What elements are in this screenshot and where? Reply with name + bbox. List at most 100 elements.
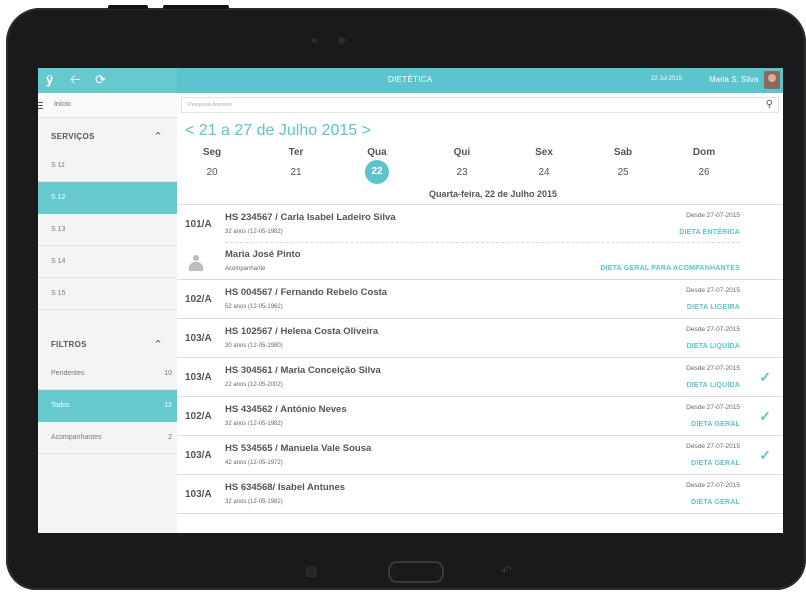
sidebar-item-filter[interactable]: Pendentes 10 (38, 358, 177, 390)
filter-label: Acompanhantes (51, 434, 102, 441)
day-number[interactable]: 24 (514, 167, 574, 178)
bed-number: 103/A (185, 372, 212, 383)
service-label: S 13 (51, 226, 66, 233)
patient-row[interactable]: 103/A HS 102567 / Helena Costa Oliveira 30… (177, 319, 783, 358)
patient-row[interactable]: 103/A HS 634568/ Isabel Antunes 32 anos (1… (177, 475, 783, 514)
service-label: S 15 (51, 290, 66, 297)
diet-since: Desde 27-07-2015 (686, 287, 740, 294)
search-field[interactable]: Pesquisa doentes ⚲ (181, 97, 779, 113)
hardware-button (108, 5, 148, 9)
day-column[interactable]: Sex 24 (514, 147, 574, 178)
bed-number: 102/A (185, 294, 212, 305)
week-days: Seg 20 Ter 21 Qua 22 Qui 23 Sex 24 Sab 25 Dom 26 (177, 147, 783, 187)
filters-list: Pendentes 10 Todos 12 Acompanhantes 2 (38, 358, 177, 454)
services-header[interactable]: SERVIÇOS ⌃ (38, 124, 177, 150)
patient-age: 32 anos (12-05-1982) (225, 421, 283, 427)
patient-row[interactable]: 102/A HS 004567 / Fernando Rebelo Costa 52… (177, 280, 783, 319)
sidebar-item-filter[interactable]: Acompanhantes 2 (38, 422, 177, 454)
sidebar-item-service[interactable]: S 15 (38, 278, 177, 310)
day-name: Sab (613, 147, 633, 158)
patient-row[interactable]: 103/A HS 534565 / Manuela Vale Sousa 42 an… (177, 436, 783, 475)
sidebar-item-service[interactable]: S 13 (38, 214, 177, 246)
patient-age: 42 anos (12-05-1972) (225, 460, 283, 466)
patient-name: HS 234567 / Carla Isabel Ladeiro Silva (225, 212, 396, 223)
diet-label[interactable]: DIETA ENTÉRICA (679, 229, 740, 236)
avatar[interactable] (764, 71, 780, 89)
check-icon[interactable]: ✓ (759, 408, 771, 425)
chevron-up-icon[interactable]: ⌃ (153, 332, 163, 358)
day-column[interactable]: Seg 20 (182, 147, 242, 178)
patient-name: HS 304561 / Maria Conceição Silva (225, 365, 381, 376)
top-bar: ÿ 🡠 ⟳ DIETÉTICA 22 Jul 2015 Maria S. Sil… (38, 68, 783, 93)
sidebar-start[interactable]: Início (38, 93, 177, 118)
sensor (312, 38, 317, 43)
diet-label[interactable]: DIETA GERAL (691, 421, 740, 428)
diet-label[interactable]: DIETA LIQUÍDA (686, 382, 740, 389)
bed-number: 103/A (185, 450, 212, 461)
patient-age: 52 anos (12-05-1962) (225, 304, 283, 310)
sidebar-item-service[interactable]: S 11 (38, 150, 177, 182)
day-name: Seg (202, 147, 222, 158)
day-number[interactable]: 23 (432, 167, 492, 178)
home-button[interactable] (388, 561, 444, 583)
search-icon[interactable]: ⚲ (766, 99, 773, 110)
patient-name: HS 534565 / Manuela Vale Sousa (225, 443, 372, 454)
refresh-icon[interactable]: ⟳ (95, 72, 106, 88)
patient-age: 30 anos (12-05-1980) (225, 343, 283, 349)
filter-label: Pendentes (51, 370, 85, 377)
app-logo-icon[interactable]: ÿ (46, 72, 53, 88)
menu-key-icon[interactable]: ▤ (305, 563, 317, 579)
day-column[interactable]: Qua 22 (347, 147, 407, 184)
patient-row[interactable]: 103/A HS 304561 / Maria Conceição Silva 22… (177, 358, 783, 397)
diet-label[interactable]: DIETA LIQUÍDA (686, 343, 740, 350)
diet-label[interactable]: DIETA LIGEIRA (687, 304, 740, 311)
patient-name: HS 004567 / Fernando Rebelo Costa (225, 287, 388, 298)
filter-count: 10 (164, 370, 172, 377)
check-icon[interactable]: ✓ (759, 447, 771, 464)
companion-role: Acompanhante (225, 266, 266, 272)
bed-number: 102/A (185, 411, 212, 422)
back-arrow-icon[interactable]: 🡠 (70, 72, 81, 88)
top-bar-left (38, 68, 177, 93)
day-number[interactable]: 25 (593, 167, 653, 178)
user-name[interactable]: Maria S. Silva (709, 75, 758, 84)
menu-icon[interactable] (38, 102, 43, 111)
day-column[interactable]: Qui 23 (432, 147, 492, 178)
companion-diet-label[interactable]: DIETA GERAL PARA ACOMPANHANTES (600, 265, 740, 272)
app-screen: ÿ 🡠 ⟳ DIETÉTICA 22 Jul 2015 Maria S. Sil… (38, 68, 783, 533)
patient-name: HS 102567 / Helena Costa Oliveira (225, 326, 379, 337)
day-number[interactable]: 22 (365, 160, 389, 184)
day-number[interactable]: 21 (266, 167, 326, 178)
selected-date: Quarta-feira, 22 de Julho 2015 (429, 189, 558, 199)
person-icon (189, 255, 203, 271)
start-label: Início (54, 101, 71, 108)
back-key-icon[interactable]: ↶ (501, 563, 512, 579)
main-content: Pesquisa doentes ⚲ < 21 a 27 de Julho 20… (177, 93, 783, 533)
day-column[interactable]: Sab 25 (593, 147, 653, 178)
diet-label[interactable]: DIETA GERAL (691, 460, 740, 467)
day-name: Sex (535, 147, 553, 158)
chevron-up-icon[interactable]: ⌃ (153, 124, 163, 150)
sidebar-item-service[interactable]: S 14 (38, 246, 177, 278)
day-name: Qui (453, 147, 471, 158)
patient-name: HS 634568/ Isabel Antunes (225, 482, 346, 493)
day-column[interactable]: Ter 21 (266, 147, 326, 178)
diet-since: Desde 27-07-2015 (686, 326, 740, 333)
sidebar-item-filter[interactable]: Todos 12 (38, 390, 177, 422)
day-column[interactable]: Dom 26 (674, 147, 734, 178)
search-input[interactable]: Pesquisa doentes (188, 102, 232, 108)
patient-row[interactable]: 102/A HS 434562 / António Neves 32 anos (1… (177, 397, 783, 436)
diet-label[interactable]: DIETA GERAL (691, 499, 740, 506)
day-number[interactable]: 20 (182, 167, 242, 178)
sidebar-item-service[interactable]: S 12 (38, 182, 177, 214)
filters-header[interactable]: FILTROS ⌃ (38, 332, 177, 358)
check-icon[interactable]: ✓ (759, 369, 771, 386)
page-title: DIETÉTICA (388, 75, 433, 84)
patient-list: 101/A HS 234567 / Carla Isabel Ladeiro Si… (177, 204, 783, 514)
services-header-label: SERVIÇOS (51, 132, 95, 141)
day-number[interactable]: 26 (674, 167, 734, 178)
service-label: S 12 (51, 194, 66, 201)
patient-row[interactable]: 101/A HS 234567 / Carla Isabel Ladeiro Si… (177, 205, 783, 280)
day-name: Qua (367, 147, 387, 158)
week-range[interactable]: < 21 a 27 de Julho 2015 > (185, 122, 371, 140)
